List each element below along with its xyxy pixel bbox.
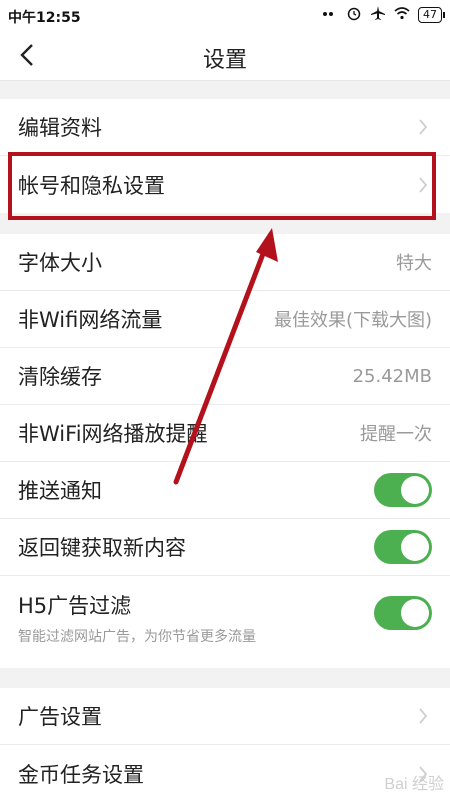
chevron-right-icon (418, 706, 432, 726)
h5-ad-filter-toggle[interactable] (374, 596, 432, 630)
general-section: 字体大小 特大 非Wifi网络流量 最佳效果(下载大图) 清除缓存 25.42M… (0, 234, 450, 668)
row-label: 清除缓存 (18, 365, 102, 389)
row-value: 特大 (396, 253, 432, 274)
back-key-refresh-toggle[interactable] (374, 530, 432, 564)
status-time: 中午12:55 (8, 10, 81, 26)
row-label: 字体大小 (18, 251, 102, 275)
settings-row-clear-cache[interactable]: 清除缓存 25.42MB (0, 348, 450, 405)
row-label: H5广告过滤 (18, 594, 132, 618)
settings-row-push-notifications: 推送通知 (0, 462, 450, 519)
airplane-icon (370, 5, 386, 25)
row-label: 推送通知 (18, 479, 102, 503)
push-notifications-toggle[interactable] (374, 473, 432, 507)
settings-row-coin-task-settings[interactable]: 金币任务设置 (0, 745, 450, 802)
row-label: 编辑资料 (18, 116, 102, 140)
row-label: 非WiFi网络播放提醒 (18, 422, 208, 446)
settings-row-non-wifi-traffic[interactable]: 非Wifi网络流量 最佳效果(下载大图) (0, 291, 450, 348)
settings-row-non-wifi-playback-reminder[interactable]: 非WiFi网络播放提醒 提醒一次 (0, 405, 450, 462)
navigation-bar: 设置 (0, 30, 450, 81)
chevron-right-icon (418, 117, 432, 137)
row-value: 提醒一次 (360, 424, 432, 445)
row-label: 金币任务设置 (18, 762, 144, 787)
settings-row-ad-settings[interactable]: 广告设置 (0, 688, 450, 745)
row-sublabel: 智能过滤网站广告，为你节省更多流量 (18, 629, 256, 645)
settings-row-edit-profile[interactable]: 编辑资料 (0, 99, 450, 156)
signal-icon (322, 7, 338, 23)
row-text: H5广告过滤 智能过滤网站广告，为你节省更多流量 (18, 590, 256, 646)
page-title: 设置 (202, 48, 247, 73)
row-value: 最佳效果(下载大图) (273, 310, 432, 331)
row-value: 25.42MB (352, 365, 432, 387)
status-icons: 47 (322, 5, 445, 25)
highlight-box (8, 152, 436, 220)
settings-row-font-size[interactable]: 字体大小 特大 (0, 234, 450, 291)
status-bar: 中午12:55 47 (0, 0, 450, 30)
row-label: 返回键获取新内容 (18, 536, 186, 560)
settings-row-h5-ad-filter: H5广告过滤 智能过滤网站广告，为你节省更多流量 (0, 576, 450, 668)
ads-section: 广告设置 金币任务设置 (0, 688, 450, 802)
row-label: 广告设置 (18, 705, 102, 729)
battery-icon: 47 (418, 7, 445, 23)
wifi-icon (394, 6, 410, 24)
watermark: Bai 经验 (384, 776, 444, 793)
settings-row-back-key-refresh: 返回键获取新内容 (0, 519, 450, 576)
row-label: 非Wifi网络流量 (18, 308, 163, 332)
alarm-icon (346, 5, 362, 25)
